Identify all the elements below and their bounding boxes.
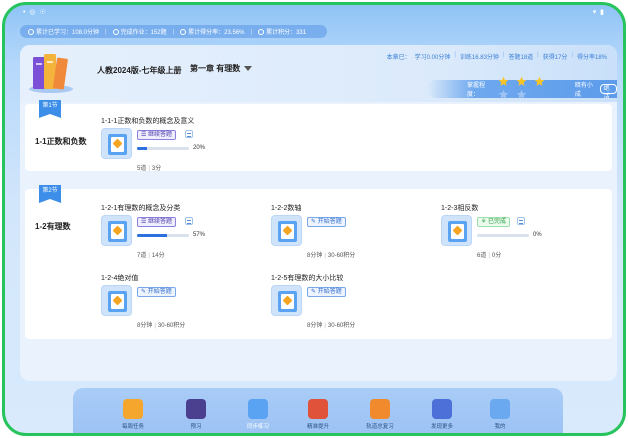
mastery-bar: 掌握程度： 暗有小成 绝活 (427, 76, 617, 100)
video-icon (186, 399, 206, 419)
dock-item-preview[interactable]: 预习 (171, 399, 221, 430)
lesson-card[interactable]: 1-1-1正数和负数的概念及意义 ☰ 继续答题 20% 5道 | 3分 (101, 116, 261, 176)
progress-bar (477, 234, 529, 237)
status-left: • ◎ ☉ (23, 9, 47, 16)
stat-homework: 完成作业：152题 (112, 27, 167, 36)
section-2: 第2节 1-2有理数 1-2-1有理数的概念及分类 ☰ 继续答题 57% 7道 |… (25, 185, 612, 339)
practice-icon (248, 399, 268, 419)
lesson-name: 1-2-4绝对值 (101, 275, 139, 282)
star-icon (535, 76, 545, 86)
backpack-icon (490, 399, 510, 419)
lesson-meta: 5道 | 3分 (137, 166, 162, 172)
lesson-thumbnail[interactable] (271, 285, 302, 316)
chapter-dropdown[interactable]: 第一章 有理数 (190, 63, 253, 74)
lesson-name: 1-2-5有理数的大小比较 (271, 275, 344, 282)
star-icon (499, 89, 509, 99)
chevron-down-icon (244, 66, 253, 71)
start-button[interactable]: ✎ 开始答题 (307, 287, 346, 297)
mastery-label: 掌握程度： (467, 83, 486, 98)
notebook-icon (108, 221, 127, 242)
completed-badge[interactable]: ⚘ 已完成 (477, 217, 511, 227)
lesson-card[interactable]: 1-2-4绝对值 ✎ 开始答题 8分钟 | 30-60积分 (101, 273, 261, 333)
mastery-stars (498, 76, 568, 102)
textbook-title: 人教2024版-七年级上册 (97, 66, 182, 75)
lesson-thumbnail[interactable] (101, 215, 132, 246)
progress-percent: 0% (533, 232, 542, 238)
start-button[interactable]: ✎ 开始答题 (307, 217, 346, 227)
lesson-card[interactable]: 1-2-3相反数 ⚘ 已完成 0% 6道 | 0分 (441, 203, 601, 263)
dock-item-sync-practice[interactable]: 同步练习 (233, 399, 283, 430)
section-badge: 第2节 (39, 185, 61, 203)
lesson-meta: 8分钟 | 30-60积分 (307, 253, 356, 259)
coin-icon (258, 28, 265, 35)
section-badge: 第1节 (39, 100, 61, 118)
target-icon (370, 399, 390, 419)
note-icon[interactable] (517, 217, 525, 225)
lesson-thumbnail[interactable] (101, 285, 132, 316)
notebook-icon (108, 134, 127, 155)
progress-percent: 57% (193, 232, 206, 238)
status-right: ▾ ▮ (592, 9, 605, 16)
lesson-meta: 6道 | 0分 (477, 253, 502, 259)
chapter-label: 第一章 有理数 (190, 64, 241, 73)
star-icon (517, 89, 527, 99)
progress-bar (137, 234, 189, 237)
section-1: 第1节 1-1正数和负数 1-1-1正数和负数的概念及意义 ☰ 继续答题 20%… (25, 100, 612, 172)
progress-percent: 20% (193, 145, 206, 151)
cap-icon (308, 399, 328, 419)
notebook-icon (278, 291, 297, 312)
lesson-thumbnail[interactable] (441, 215, 472, 246)
section-title: 1-2有理数 (35, 222, 71, 231)
dock-item-precise-boost[interactable]: 精准提升 (293, 399, 343, 430)
stats-summary: 累计已学习：108.0分钟 | 完成作业：152题 | 累计得分率：23.56%… (20, 25, 327, 38)
lesson-thumbnail[interactable] (101, 128, 132, 159)
dock-item-weekly-task[interactable]: 每周任务 (108, 399, 158, 430)
star-icon (499, 76, 509, 86)
chapter-panel: 人教2024版-七年级上册 第一章 有理数 本章已： 学习0.00分钟 | 训练… (20, 45, 617, 381)
books-icon (29, 54, 73, 93)
task-icon (123, 399, 143, 419)
continue-button[interactable]: ☰ 继续答题 (137, 217, 177, 227)
app-frame: • ◎ ☉ ▾ ▮ 累计已学习：108.0分钟 | 完成作业：152题 | 累计… (2, 2, 626, 436)
progress-bar (137, 147, 189, 150)
lesson-name: 1-2-3相反数 (441, 205, 479, 212)
dock-item-discover[interactable]: 发现更多 (417, 399, 467, 430)
lesson-thumbnail[interactable] (271, 215, 302, 246)
notebook-icon (108, 291, 127, 312)
dock-item-review[interactable]: 轨道总复习 (355, 399, 405, 430)
lesson-card[interactable]: 1-2-1有理数的概念及分类 ☰ 继续答题 57% 7道 | 14分 (101, 203, 261, 263)
lesson-card[interactable]: 1-2-2数轴 ✎ 开始答题 8分钟 | 30-60积分 (271, 203, 431, 263)
note-icon[interactable] (185, 217, 193, 225)
start-button[interactable]: ✎ 开始答题 (137, 287, 176, 297)
continue-button[interactable]: ☰ 继续答题 (137, 130, 177, 140)
stat-study-time: 累计已学习：108.0分钟 (28, 27, 99, 36)
stat-points: 累计积分：331 (258, 27, 306, 36)
chapter-header: 人教2024版-七年级上册 第一章 有理数 本章已： 学习0.00分钟 | 训练… (20, 45, 617, 102)
lesson-card[interactable]: 1-2-5有理数的大小比较 ✎ 开始答题 8分钟 | 30-60积分 (271, 273, 431, 333)
check-icon (112, 28, 119, 35)
notebook-icon (448, 221, 467, 242)
stat-score-rate: 累计得分率：23.56% (180, 27, 245, 36)
lesson-meta: 8分钟 | 30-60积分 (137, 323, 186, 329)
lesson-meta: 7道 | 14分 (137, 253, 165, 259)
lesson-meta: 8分钟 | 30-60积分 (307, 323, 356, 329)
status-bar: • ◎ ☉ ▾ ▮ (5, 8, 623, 18)
chapter-stats: 本章已： 学习0.00分钟 | 训练16.83分钟 | 答题18道 | 获得17… (386, 52, 607, 61)
section-title: 1-1正数和负数 (35, 137, 87, 146)
note-icon[interactable] (185, 130, 193, 138)
clock-icon (28, 28, 34, 35)
lesson-name: 1-1-1正数和负数的概念及意义 (101, 118, 195, 125)
binoculars-icon (432, 399, 452, 419)
chart-icon (180, 28, 187, 35)
unlock-button[interactable]: 绝活 (599, 84, 617, 100)
mastery-hint: 暗有小成 (574, 83, 593, 98)
lesson-name: 1-2-2数轴 (271, 205, 302, 212)
notebook-icon (278, 221, 297, 242)
lesson-name: 1-2-1有理数的概念及分类 (101, 205, 181, 212)
star-icon (517, 76, 527, 86)
dock-item-mine[interactable]: 我的 (475, 399, 525, 430)
bottom-dock: 每周任务 预习 同步练习 精准提升 轨道总复习 发现更多 我的 (73, 388, 563, 433)
